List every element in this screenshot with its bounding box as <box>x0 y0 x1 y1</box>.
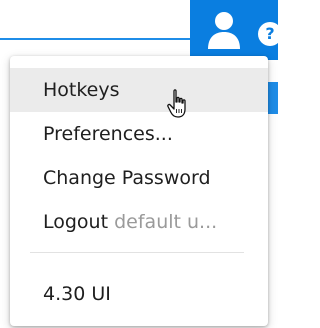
menu-item-label: Hotkeys <box>43 79 120 101</box>
menu-item-label: 4.30 UI <box>43 283 111 305</box>
top-bar-underline <box>0 38 190 40</box>
logout-username: default u... <box>114 211 218 233</box>
menu-item-logout[interactable]: Logout default u... <box>10 200 268 244</box>
user-dropdown-menu: Hotkeys Preferences... Change Password L… <box>10 56 268 326</box>
menu-item-preferences[interactable]: Preferences... <box>10 112 268 156</box>
menu-item-label: Change Password <box>43 167 211 189</box>
user-menu-button[interactable]: ? <box>190 0 282 60</box>
menu-item-label: Preferences... <box>43 123 173 145</box>
hand-pointer-icon <box>167 89 186 118</box>
menu-item-change-password[interactable]: Change Password <box>10 156 268 200</box>
menu-item-version[interactable]: 4.30 UI <box>10 272 268 316</box>
help-icon[interactable]: ? <box>258 22 282 46</box>
menu-item-hotkeys[interactable]: Hotkeys <box>10 68 268 112</box>
menu-item-label: Logout <box>43 211 109 233</box>
app-screen: ? Hotkeys Preferences... Change Password… <box>0 0 282 328</box>
menu-divider <box>30 252 244 253</box>
user-icon <box>208 12 240 49</box>
